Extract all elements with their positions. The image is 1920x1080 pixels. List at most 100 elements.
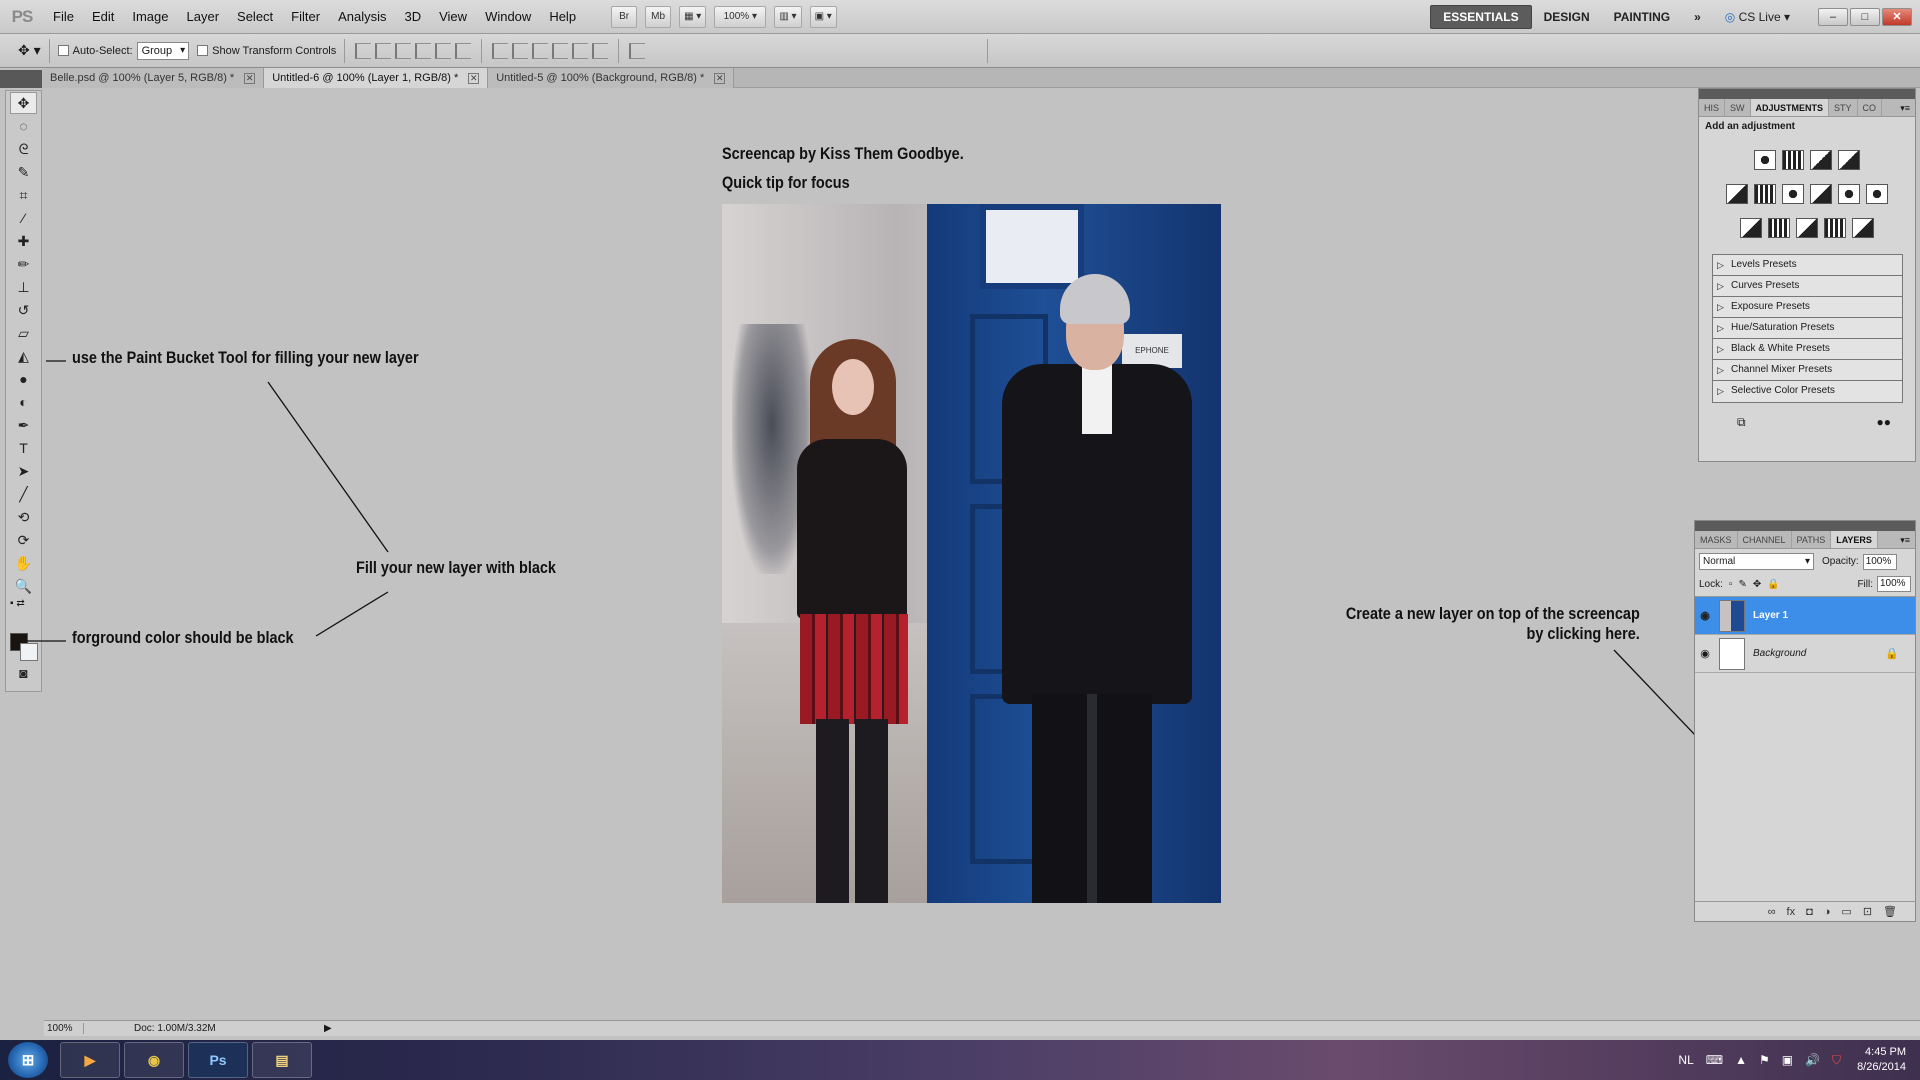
distribute-hcenter-icon[interactable] — [572, 42, 589, 59]
tab-channels[interactable]: CHANNEL — [1738, 531, 1792, 548]
chrome-taskbar-icon[interactable]: ◉ — [124, 1042, 184, 1078]
fx-icon[interactable]: fx — [1787, 906, 1796, 918]
hue-saturation-icon[interactable] — [1754, 184, 1776, 204]
eraser-icon[interactable]: ▱ — [10, 322, 37, 344]
history-brush-icon[interactable]: ↺ — [10, 299, 37, 321]
menu-file[interactable]: File — [44, 0, 83, 34]
photo-filter-icon[interactable] — [1838, 184, 1860, 204]
menu-analysis[interactable]: Analysis — [329, 0, 395, 34]
paint-bucket-icon[interactable]: ◭ — [10, 345, 37, 367]
invert-icon[interactable] — [1740, 218, 1762, 238]
background-color-swatch[interactable] — [20, 643, 38, 661]
tab-styles[interactable]: STY — [1829, 99, 1858, 116]
adjustment-mask-icon[interactable]: ●● — [1877, 415, 1892, 430]
pen-icon[interactable]: ✒ — [10, 414, 37, 436]
doc-tab-untitled-5[interactable]: Untitled-5 @ 100% (Background, RGB/8) * ✕ — [488, 68, 735, 88]
panel-menu-icon[interactable]: ▾≡ — [1895, 99, 1915, 116]
close-tab-icon[interactable]: ✕ — [714, 72, 726, 84]
levels-icon[interactable] — [1782, 150, 1804, 170]
show-hidden-icon[interactable]: ▲ — [1735, 1053, 1747, 1067]
stamp-icon[interactable]: ⊥ — [10, 276, 37, 298]
menu-edit[interactable]: Edit — [83, 0, 123, 34]
menu-filter[interactable]: Filter — [282, 0, 329, 34]
new-layer-icon[interactable]: ⊡ — [1863, 905, 1872, 918]
black-white-icon[interactable] — [1810, 184, 1832, 204]
hand-icon[interactable]: ✋ — [10, 552, 37, 574]
crop-icon[interactable]: ⌗ — [10, 184, 37, 206]
eye-icon[interactable]: ◉ — [1695, 609, 1715, 622]
preset-channel-mixer[interactable]: Channel Mixer Presets — [1713, 360, 1902, 381]
close-tab-icon[interactable]: ✕ — [468, 72, 480, 84]
panel-title-bar[interactable] — [1695, 521, 1915, 531]
opacity-input[interactable]: 100% — [1862, 553, 1897, 570]
dodge-icon[interactable]: ◐ — [10, 391, 37, 413]
menu-image[interactable]: Image — [123, 0, 177, 34]
zoom-select[interactable]: 100% ▾ — [714, 5, 767, 28]
lock-icons[interactable]: ▫✎✥🔒 — [1729, 579, 1786, 590]
panel-title-bar[interactable] — [1699, 89, 1915, 99]
distribute-vcenter-icon[interactable] — [512, 42, 529, 59]
preset-levels[interactable]: Levels Presets — [1713, 255, 1902, 276]
mini-bridge-button[interactable]: Mb — [645, 5, 672, 28]
distribute-left-icon[interactable] — [552, 42, 569, 59]
align-bottom-icon[interactable] — [395, 42, 412, 59]
color-balance-icon[interactable] — [1782, 184, 1804, 204]
quick-select-icon[interactable]: ✎ — [10, 161, 37, 183]
path-select-icon[interactable]: ➤ — [10, 460, 37, 482]
keyboard-icon[interactable]: ⌨ — [1706, 1053, 1723, 1067]
exposure-icon[interactable] — [1838, 150, 1860, 170]
distribute-bottom-icon[interactable] — [532, 42, 549, 59]
preset-black-white[interactable]: Black & White Presets — [1713, 339, 1902, 360]
gradient-map-icon[interactable] — [1824, 218, 1846, 238]
auto-select-checkbox[interactable] — [57, 45, 69, 56]
maximize-button[interactable]: □ — [1850, 7, 1880, 26]
trash-icon[interactable]: 🗑 — [1883, 905, 1897, 918]
distribute-top-icon[interactable] — [492, 42, 509, 59]
antivirus-icon[interactable]: ⛉ — [1832, 1053, 1841, 1068]
3d-rotate-icon[interactable]: ⟲ — [10, 506, 37, 528]
type-icon[interactable]: T — [10, 437, 37, 459]
tab-history[interactable]: HIS — [1699, 99, 1726, 116]
clip-to-layer-icon[interactable]: ⧉ — [1737, 415, 1746, 430]
preset-selective-color[interactable]: Selective Color Presets — [1713, 381, 1902, 402]
tab-swatches[interactable]: SW — [1725, 99, 1751, 116]
eyedropper-icon[interactable]: ⁄ — [10, 207, 37, 229]
bridge-button[interactable]: Br — [611, 5, 638, 28]
workspace-more[interactable]: » — [1682, 6, 1713, 28]
view-extras-button[interactable]: ▦ ▾ — [679, 5, 707, 28]
volume-icon[interactable]: 🔊 — [1805, 1053, 1820, 1067]
screen-mode-button[interactable]: ▣ ▾ — [809, 5, 837, 28]
swap-colors-icon[interactable]: ▪ ⇄ — [6, 598, 41, 618]
preset-hue-saturation[interactable]: Hue/Saturation Presets — [1713, 318, 1902, 339]
layer-row-layer-1[interactable]: ◉ Layer 1 — [1695, 597, 1915, 635]
3d-orbit-icon[interactable]: ⟳ — [10, 529, 37, 551]
media-player-taskbar-icon[interactable]: ▶ — [60, 1042, 120, 1078]
workspace-design[interactable]: DESIGN — [1532, 6, 1602, 28]
curves-icon[interactable] — [1810, 150, 1832, 170]
align-top-icon[interactable] — [355, 42, 372, 59]
blur-icon[interactable]: ● — [10, 368, 37, 390]
add-mask-icon[interactable]: ◘ — [1806, 906, 1813, 918]
brush-icon[interactable]: ✏ — [10, 253, 37, 275]
close-button[interactable]: ✕ — [1882, 7, 1912, 26]
status-zoom[interactable]: 100% — [44, 1023, 84, 1034]
marquee-icon[interactable]: ◌ — [10, 115, 37, 137]
distribute-right-icon[interactable] — [592, 42, 609, 59]
workspace-essentials[interactable]: ESSENTIALS — [1430, 4, 1532, 29]
auto-align-icon[interactable] — [629, 42, 646, 59]
quick-mask-icon[interactable]: ◙ — [10, 662, 37, 684]
auto-select-dropdown[interactable]: Group — [136, 41, 190, 60]
lasso-icon[interactable]: ᘓ — [10, 138, 37, 160]
posterize-icon[interactable] — [1768, 218, 1790, 238]
close-tab-icon[interactable]: ✕ — [244, 72, 256, 84]
language-indicator[interactable]: NL — [1678, 1053, 1693, 1067]
doc-tab-untitled-6[interactable]: Untitled-6 @ 100% (Layer 1, RGB/8) * ✕ — [264, 68, 489, 88]
tab-layers[interactable]: LAYERS — [1831, 531, 1878, 548]
show-transform-checkbox[interactable] — [197, 45, 209, 56]
align-left-icon[interactable] — [415, 42, 432, 59]
flag-icon[interactable]: ⚑ — [1759, 1053, 1770, 1067]
line-icon[interactable]: ╱ — [10, 483, 37, 505]
tab-adjustments[interactable]: ADJUSTMENTS — [1750, 99, 1830, 116]
minimize-button[interactable]: – — [1818, 7, 1848, 26]
blend-mode-select[interactable]: Normal — [1699, 553, 1814, 570]
